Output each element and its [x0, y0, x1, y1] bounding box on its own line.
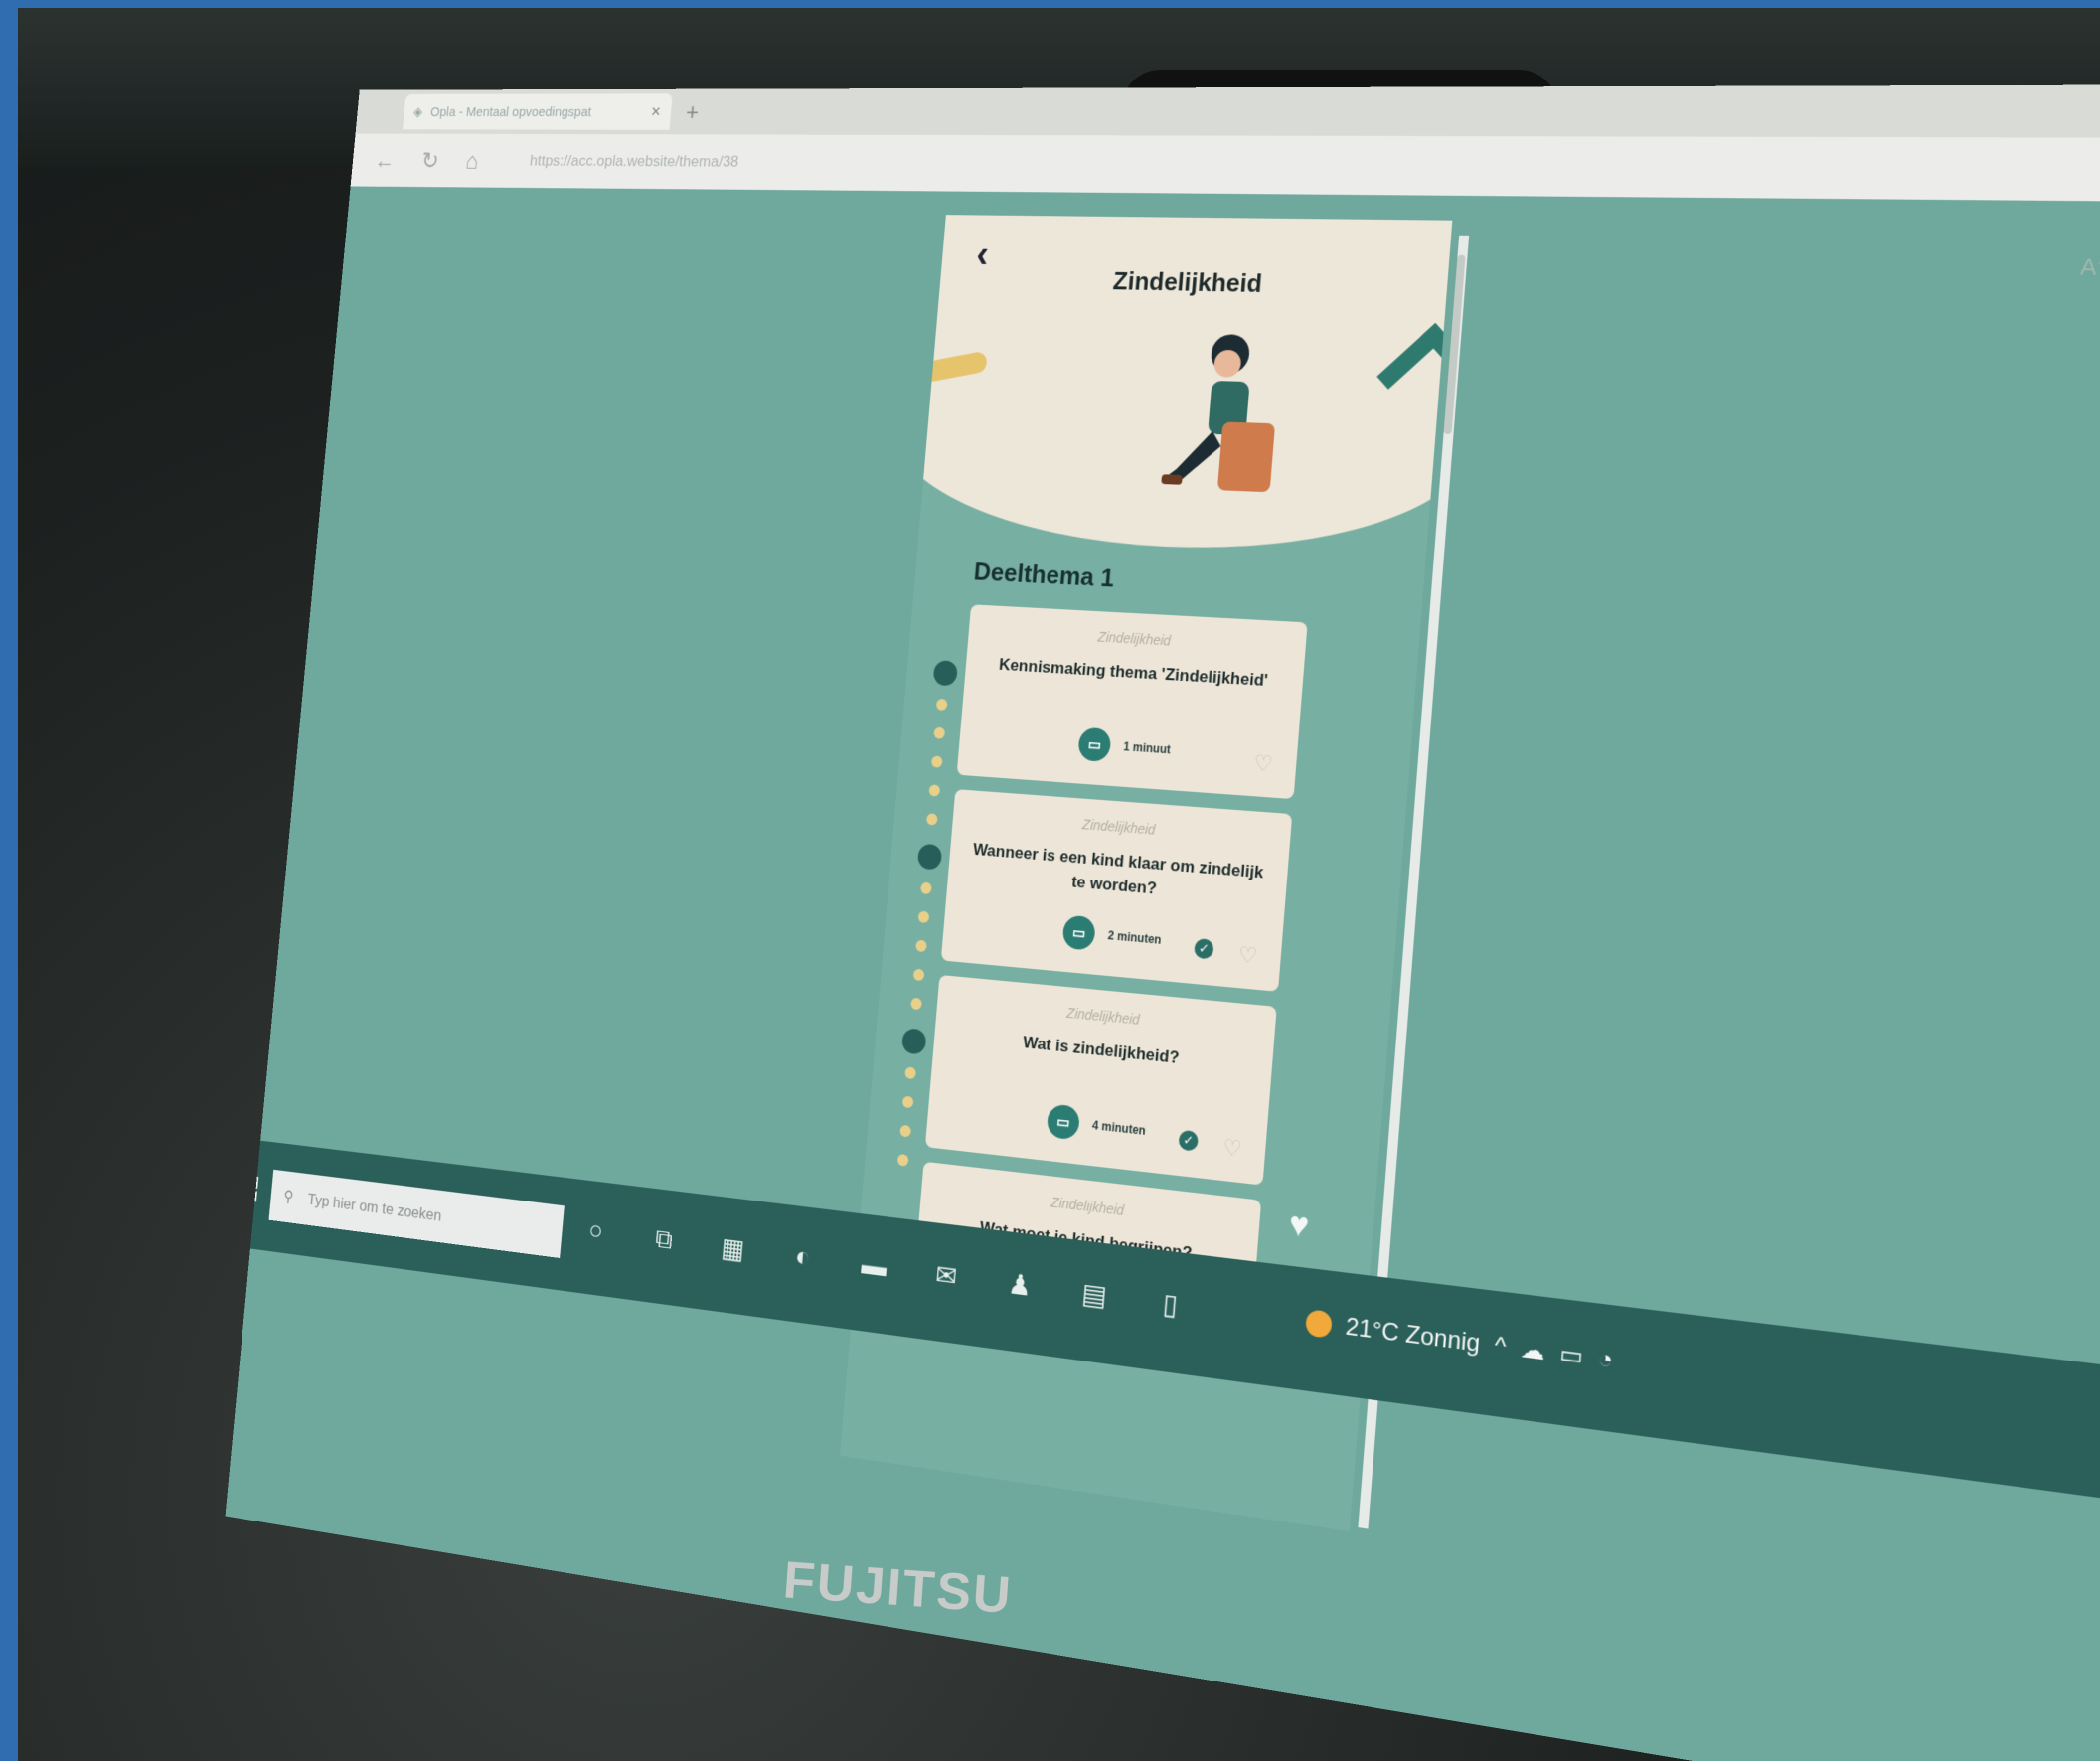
- timeline-dot: [920, 881, 932, 895]
- home-icon[interactable]: ⌂: [465, 147, 480, 175]
- heart-icon[interactable]: ♥: [1287, 1204, 1310, 1246]
- video-icon: ▭: [1046, 1103, 1081, 1141]
- windows-start-icon[interactable]: [235, 1174, 259, 1202]
- timeline-dot: [917, 910, 930, 924]
- lesson-card[interactable]: Zindelijkheid Kennismaking thema 'Zindel…: [956, 604, 1308, 800]
- timeline-dot: [896, 1153, 909, 1167]
- wifi-icon[interactable]: ◔: [1597, 1344, 1614, 1374]
- timeline-dot: [928, 784, 941, 797]
- completed-check-icon: ✓: [1178, 1129, 1200, 1152]
- card-duration: 1 minuut: [1122, 739, 1172, 757]
- reload-icon[interactable]: ↻: [420, 147, 440, 175]
- favorite-heart-icon[interactable]: ♡: [1221, 1134, 1243, 1162]
- favorite-heart-icon[interactable]: ♡: [1253, 750, 1274, 777]
- laptop-screen: ◈ Opla - Mentaal opvoedingspat ✕ + ← ↻ ⌂…: [225, 84, 2100, 1761]
- completed-check-icon: ✓: [1193, 937, 1214, 960]
- lesson-card[interactable]: Zindelijkheid Wat is zindelijkheid? ▭ 4 …: [924, 974, 1277, 1186]
- edge-icon[interactable]: ◐: [784, 1239, 822, 1275]
- word-icon[interactable]: ▤: [1074, 1276, 1115, 1314]
- decor-teal-chevron: [1376, 323, 1453, 433]
- timeline-dot: [930, 755, 943, 768]
- tab-title: Opla - Mentaal opvoedingspat: [429, 103, 592, 120]
- outlook-icon[interactable]: ✉: [927, 1257, 966, 1294]
- battery-icon[interactable]: ▭: [1558, 1339, 1584, 1371]
- onedrive-icon[interactable]: ☁: [1520, 1334, 1546, 1367]
- timeline-node-done: [916, 843, 943, 871]
- card-category: Zindelijkheid: [1097, 628, 1172, 649]
- read-aloud-icon[interactable]: A⁺: [2079, 253, 2100, 281]
- browser-tabbar: ◈ Opla - Mentaal opvoedingspat ✕ +: [355, 84, 2100, 138]
- laptop-photo: ◈ Opla - Mentaal opvoedingspat ✕ + ← ↻ ⌂…: [18, 8, 2100, 1761]
- card-meta: ▭ 2 minuten: [1061, 914, 1162, 957]
- browser-addressbar: ← ↻ ⌂ https://acc.opla.website/thema/38: [350, 133, 2100, 203]
- decor-yellow-shape: [922, 350, 988, 384]
- timeline-dot: [899, 1124, 912, 1138]
- timeline-dot: [904, 1066, 917, 1080]
- timeline-dot: [910, 997, 922, 1011]
- card-meta: ▭ 4 minuten: [1046, 1103, 1147, 1148]
- timeline-node-current: [932, 660, 959, 687]
- browser-tab[interactable]: ◈ Opla - Mentaal opvoedingspat ✕: [403, 93, 673, 130]
- browser-toolbar-right: A⁺ ☆: [2079, 253, 2100, 282]
- taskbar-search[interactable]: ⚲ Typ hier om te zoeken: [268, 1169, 565, 1258]
- card-title: Kennismaking thema 'Zindelijkheid': [998, 655, 1269, 691]
- favorite-heart-icon[interactable]: ♡: [1237, 942, 1258, 970]
- new-tab-icon[interactable]: +: [685, 97, 700, 125]
- sun-icon: [1305, 1308, 1333, 1339]
- card-title: Wanneer is een kind klaar om zindelijk t…: [972, 840, 1264, 898]
- task-view-icon[interactable]: ⧉: [645, 1222, 682, 1258]
- teams-icon[interactable]: ♟: [1000, 1266, 1040, 1303]
- tab-close-icon[interactable]: ✕: [650, 103, 662, 119]
- chevron-up-icon[interactable]: ^: [1494, 1331, 1508, 1361]
- notepad-icon[interactable]: ▯: [1150, 1285, 1191, 1323]
- timeline-dot: [933, 726, 946, 739]
- timeline-dot: [925, 813, 938, 826]
- child-on-potty-illustration: [1161, 334, 1276, 493]
- card-duration: 2 minuten: [1107, 928, 1162, 947]
- url-field[interactable]: https://acc.opla.website/thema/38: [529, 152, 739, 171]
- store-icon[interactable]: ▦: [715, 1230, 752, 1266]
- timeline-node-done: [900, 1028, 927, 1055]
- timeline-dot: [912, 968, 925, 982]
- section-title: Deelthema 1: [972, 557, 1116, 593]
- video-icon: ▭: [1061, 914, 1096, 951]
- search-icon: ⚲: [282, 1187, 295, 1206]
- timeline-dot: [915, 939, 927, 953]
- tab-favicon-icon: ◈: [412, 104, 424, 120]
- search-placeholder: Typ hier om te zoeken: [306, 1190, 443, 1225]
- back-arrow-icon[interactable]: ←: [374, 146, 397, 174]
- file-explorer-icon[interactable]: ▬: [855, 1248, 893, 1285]
- video-icon: ▭: [1077, 726, 1112, 763]
- weather-text[interactable]: 21°C Zonnig: [1345, 1313, 1482, 1359]
- card-meta: ▭ 1 minuut: [1077, 726, 1172, 767]
- card-duration: 4 minuten: [1091, 1118, 1147, 1138]
- system-tray: 21°C Zonnig ^ ☁ ▭ ◔: [1305, 1307, 1614, 1375]
- timeline-dot: [901, 1095, 914, 1109]
- lesson-card[interactable]: Zindelijkheid Wanneer is een kind klaar …: [940, 789, 1293, 992]
- cortana-icon[interactable]: ○: [577, 1213, 614, 1248]
- timeline-dot: [935, 698, 948, 711]
